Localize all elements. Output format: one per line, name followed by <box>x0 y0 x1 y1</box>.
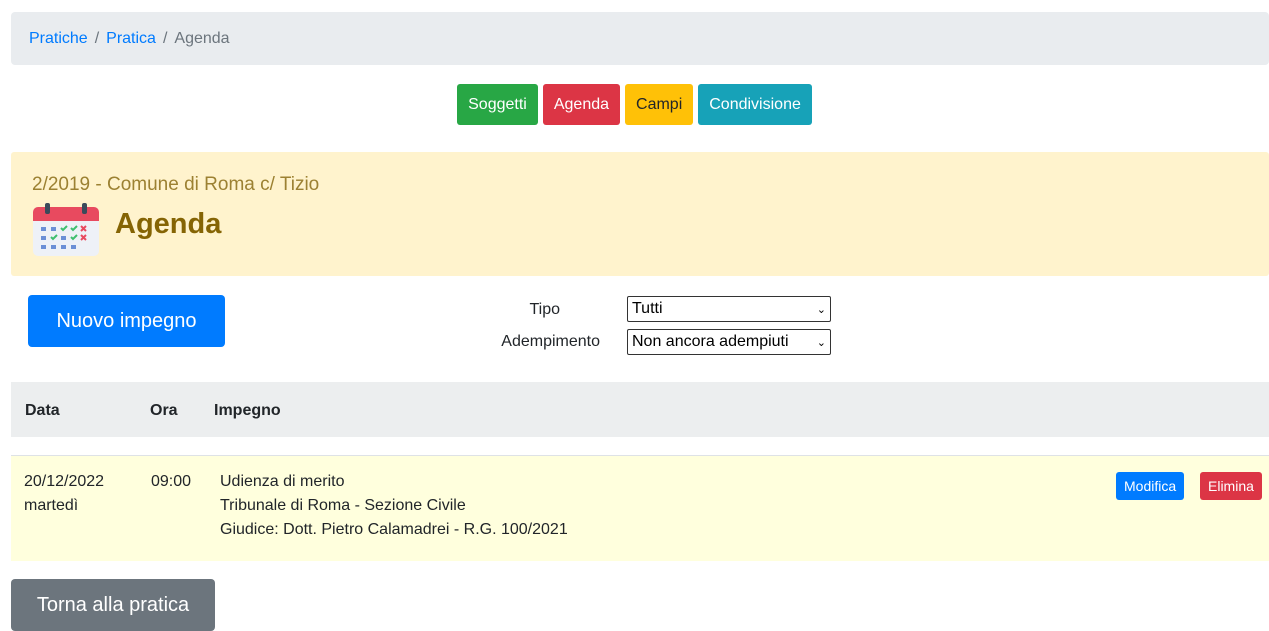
new-appointment-button[interactable]: Nuovo impegno <box>28 295 225 347</box>
tipo-select-value: Tutti <box>632 300 663 317</box>
breadcrumb-current: Agenda <box>174 29 230 47</box>
edit-button[interactable]: Modifica <box>1116 472 1185 500</box>
chevron-down-icon: ⌄ <box>816 336 826 349</box>
pratica-subtitle: 2/2019 - Comune di Roma c/ Tizio <box>32 174 320 195</box>
breadcrumb-pratica-link[interactable]: Pratica <box>106 30 156 48</box>
adempimento-select[interactable]: Non ancora adempiuti ⌄ <box>627 329 831 355</box>
appointment-cell: Udienza di merito Tribunale di Roma - Se… <box>220 470 568 542</box>
campi-button[interactable]: Campi <box>625 84 694 125</box>
agenda-button[interactable]: Agenda <box>542 84 621 125</box>
breadcrumb: Pratiche / Pratica / Agenda <box>11 12 1269 65</box>
time-cell: 09:00 <box>151 473 192 490</box>
section-nav: Soggetti Agenda Campi Condivisione <box>0 84 1269 125</box>
weekday-value: martedì <box>24 497 79 514</box>
appointment-judge: Giudice: Dott. Pietro Calamadrei - R.G. … <box>220 521 568 538</box>
page-title: Agenda <box>115 208 222 240</box>
chevron-down-icon: ⌄ <box>816 303 826 316</box>
page-header: 2/2019 - Comune di Roma c/ Tizio Agenda <box>11 152 1269 276</box>
tipo-label: Tipo <box>529 301 560 318</box>
adempimento-select-value: Non ancora adempiuti <box>632 333 789 350</box>
table-header: Data Ora Impegno <box>11 382 1269 437</box>
breadcrumb-pratiche-link[interactable]: Pratiche <box>29 30 88 48</box>
condivisione-button[interactable]: Condivisione <box>698 84 812 125</box>
tipo-select[interactable]: Tutti ⌄ <box>627 296 831 322</box>
breadcrumb-separator: / <box>162 29 168 47</box>
date-value: 20/12/2022 <box>24 473 105 490</box>
breadcrumb-separator: / <box>94 29 100 47</box>
soggetti-button[interactable]: Soggetti <box>457 84 538 125</box>
appointment-court: Tribunale di Roma - Sezione Civile <box>220 497 466 514</box>
adempimento-label: Adempimento <box>501 333 600 350</box>
delete-button[interactable]: Elimina <box>1200 472 1262 500</box>
column-header-ora: Ora <box>150 402 178 419</box>
column-header-impegno: Impegno <box>214 402 281 419</box>
back-to-pratica-button[interactable]: Torna alla pratica <box>11 579 215 631</box>
column-header-data: Data <box>25 402 60 419</box>
date-cell: 20/12/2022 martedì <box>24 470 104 518</box>
appointment-title: Udienza di merito <box>220 473 345 490</box>
table-row: 20/12/2022 martedì 09:00 Udienza di meri… <box>11 455 1269 561</box>
calendar-icon <box>33 203 99 256</box>
